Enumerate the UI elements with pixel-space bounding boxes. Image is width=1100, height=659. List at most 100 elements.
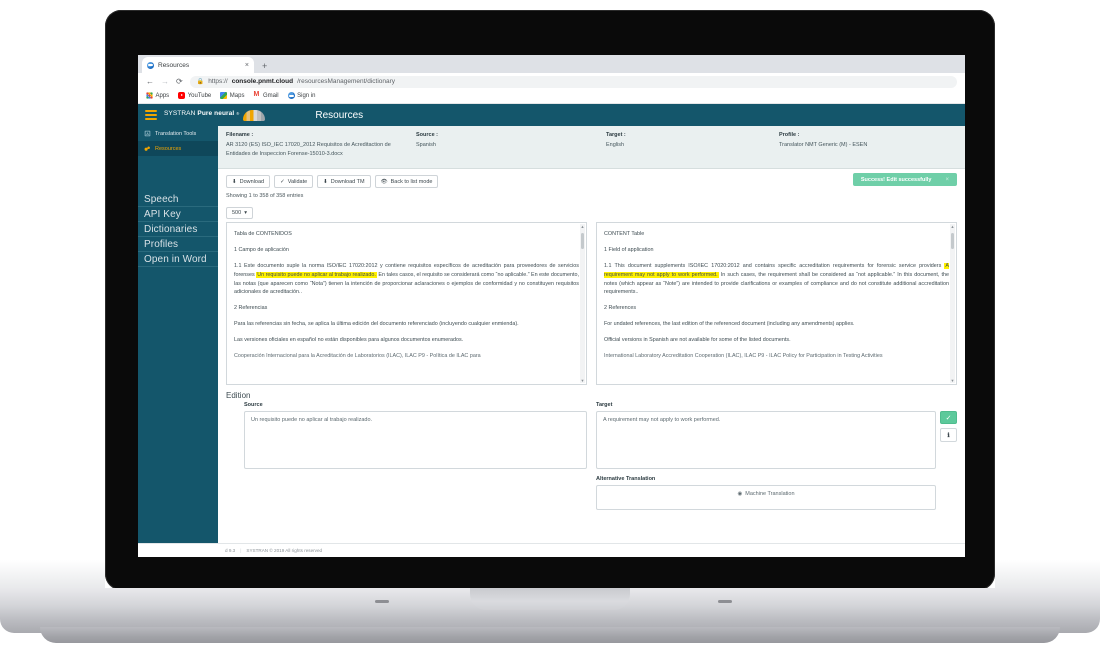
machine-translation-option: Machine Translation [745,491,795,498]
sidebar-item-api-key[interactable]: API Key [138,207,218,222]
target-cut-line: Document Number: AR 3120 (EN) [604,222,949,223]
action-toolbar: ⬇ Download ✓ Validate ⬇ Download TM 👁 Ba… [218,169,965,189]
source-paragraph: Tabla de CONTENIDOS [234,230,292,237]
meta-filename-label: Filename : [226,132,254,138]
confirm-edit-button[interactable]: ✓ [940,411,957,425]
target-last-cut-line: International Laboratory Accreditation C… [604,353,883,360]
gmail-icon [253,91,261,99]
source-paragraph-highlighted: 1.1 Este documento suple la norma ISO/IE… [234,262,579,298]
edition-target-textarea[interactable]: A requirement may not apply to work perf… [596,411,936,470]
meta-source-label: Source : [416,132,439,138]
source-paragraph: 2 Referencias [234,305,268,312]
bookmark-maps[interactable]: Maps [220,92,244,99]
bookmark-label: Sign in [297,92,316,99]
systran-app: SYSTRAN Pure neural ® CLOUD Resources A [138,104,965,557]
alternative-translation-label: Alternative Translation [596,476,656,483]
sidebar-item-resources[interactable]: Resources [138,141,218,156]
meta-profile: Profile : Translator NMT Generic (M) - E… [779,132,957,158]
target-paragraph: CONTENT Table [604,230,645,237]
bookmark-label: Apps [155,92,170,99]
close-icon[interactable]: × [945,177,949,183]
scroll-down-icon[interactable]: ▼ [951,378,955,383]
source-pane-scrollbar[interactable]: ▲ ▼ [580,224,585,384]
bookmark-youtube[interactable]: YouTube [178,92,211,99]
download-tm-button[interactable]: ⬇ Download TM [317,175,371,189]
brand-logo: SYSTRAN Pure neural ® [164,109,266,121]
meta-profile-label: Profile : [779,132,800,138]
target-text-pane[interactable]: Document Number: AR 3120 (EN) CONTENT Ta… [596,222,957,386]
target-paragraph: 2 References [604,305,637,312]
tab-title: Resources [158,61,190,69]
bookmark-label: Gmail [262,92,279,99]
scroll-down-icon[interactable]: ▼ [581,378,585,383]
forward-icon[interactable]: → [161,77,169,86]
url-path: /resourcesManagement/dictionary [297,78,396,85]
edition-source-textarea[interactable]: Un requisito puede no aplicar al trabajo… [244,411,587,470]
edition-source-col: Source Un requisito puede no aplicar al … [226,402,587,510]
browser-tab[interactable]: Resources × [142,57,254,73]
alternative-translation-box[interactable]: ◉ Machine Translation [596,485,936,511]
app-header: SYSTRAN Pure neural ® CLOUD Resources [138,104,965,231]
target-pane-scrollbar[interactable]: ▲ ▼ [950,224,955,384]
source-text-pane[interactable]: Número de documento: AR 3120 (ES) Tabla … [226,222,587,386]
alert-text: Success! Edit successfully [860,176,932,183]
source-highlight: Un requisito puede no aplicar al trabajo… [256,271,377,278]
target-paragraph-highlighted: 1.1 This document supplements ISO/IEC 17… [604,262,949,298]
bookmark-apps[interactable]: Apps [146,92,169,99]
lock-icon: 🔒 [196,79,205,85]
scroll-thumb[interactable] [951,233,954,250]
entries-info: Showing 1 to 358 of 358 entries [226,193,304,200]
back-to-list-mode-button[interactable]: 👁 Back to list mode [374,175,439,189]
bookmark-gmail[interactable]: Gmail [253,91,279,99]
hamburger-icon[interactable] [145,110,157,120]
sidebar-item-label: Translation Tools [155,130,197,137]
edition-target-col: Target A requirement may not apply to wo… [596,402,957,511]
validate-button[interactable]: ✓ Validate [274,175,314,189]
target-paragraph: For undated references, the last edition… [604,321,855,328]
meta-filename-value: AR 3120 (ES) ISO_IEC 17020_2012 Requisit… [226,142,391,157]
app-footer: d 9.3 | SYSTRAN © 2019 All rights reserv… [138,543,965,557]
page-size-select[interactable]: 500 ▾ [226,207,253,220]
apps-grid-icon [146,92,153,99]
main-content: Filename : AR 3120 (ES) ISO_IEC 17020_20… [218,126,965,557]
back-icon[interactable]: ← [146,77,154,86]
status-badge: Success! Edit successfully × [852,173,957,187]
desk-shadow-right [995,560,1100,590]
footer-copyright: SYSTRAN © 2019 All rights reserved [246,548,323,553]
favicon-icon [147,61,154,69]
scroll-thumb[interactable] [581,233,584,250]
edition-action-buttons: ✓ ℹ [940,402,957,510]
resources-icon [144,146,150,151]
footer-version: d 9.3 [225,548,236,553]
close-tab-icon[interactable]: × [245,62,249,69]
sidebar-item-dictionaries[interactable]: Dictionaries [138,222,218,237]
document-meta-panel: Filename : AR 3120 (ES) ISO_IEC 17020_20… [218,126,965,170]
sidebar-item-profiles[interactable]: Profiles [138,237,218,252]
info-button[interactable]: ℹ [940,428,957,443]
chevron-down-icon: ▾ [244,210,247,217]
radio-selected-icon: ◉ [737,491,743,498]
address-bar[interactable]: 🔒 https://console.pnmt.cloud/resourcesMa… [189,75,957,88]
meta-profile-value: Translator NMT Generic (M) - ESEN [779,142,868,148]
deck-dot-left [375,600,389,603]
target-paragraph: Official versions in Spanish are not ava… [604,337,791,344]
deck-dot-right [718,600,732,603]
edition-target-label: Target [596,402,613,409]
sidebar-item-translation-tools[interactable]: A Translation Tools [138,126,218,141]
scroll-up-icon[interactable]: ▲ [951,224,955,229]
brand-product: Pure neural [197,109,235,117]
meta-target: Target : English [606,132,779,158]
brand-bars-icon [243,109,266,121]
new-tab-button[interactable]: + [262,61,267,71]
source-last-cut-line: Cooperación Internacional para la Acredi… [234,353,481,360]
bookmarks-bar: Apps YouTube Maps Gmail Sign in [138,90,965,104]
reload-icon[interactable]: ⟳ [176,77,183,86]
edition-section: Source Un requisito puede no aplicar al … [218,402,965,511]
scroll-up-icon[interactable]: ▲ [581,224,585,229]
bookmark-signin[interactable]: Sign in [287,92,316,99]
sidebar-item-speech[interactable]: Speech [138,192,218,207]
sidebar-item-open-in-word[interactable]: Open in Word [138,252,218,267]
browser-window: Resources × + ← → ⟳ 🔒 https://console.pn… [138,55,965,557]
maps-icon [220,92,228,99]
download-button[interactable]: ⬇ Download [226,175,271,189]
